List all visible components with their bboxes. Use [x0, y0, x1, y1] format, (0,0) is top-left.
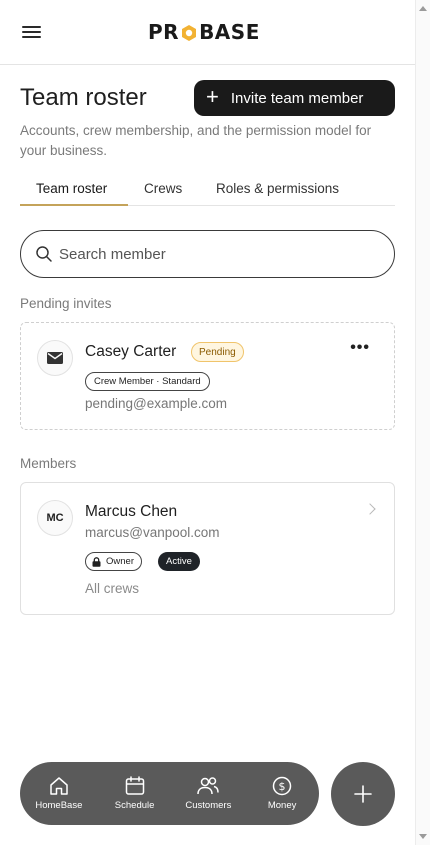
hamburger-menu-icon[interactable]	[22, 24, 42, 40]
dollar-icon: $	[272, 776, 292, 796]
scroll-up-arrow-icon[interactable]	[419, 6, 427, 11]
top-bar: PR BASE	[0, 0, 415, 65]
invitee-name: Casey Carter	[85, 343, 177, 360]
logo-text-right: BASE	[199, 20, 260, 44]
invite-team-member-button[interactable]: + Invite team member	[194, 80, 395, 116]
app: PR BASE Team roster + Invite team member…	[0, 0, 415, 845]
page-title: Team roster	[20, 84, 147, 111]
svg-text:$: $	[279, 780, 286, 793]
plus-icon: +	[206, 84, 219, 109]
search-icon	[36, 246, 52, 262]
scrollbar[interactable]	[415, 0, 430, 845]
nav-label: Schedule	[114, 800, 155, 811]
calendar-icon	[125, 776, 144, 795]
logo-hexagon-icon	[180, 23, 198, 41]
home-icon	[50, 777, 68, 795]
scroll-down-arrow-icon[interactable]	[419, 834, 427, 839]
tab-bar: Team roster Crews Roles & permissions	[20, 178, 395, 206]
invitee-email: pending@example.com	[85, 396, 228, 411]
avatar: MC	[37, 500, 73, 536]
tab-roles-permissions[interactable]: Roles & permissions	[216, 178, 339, 206]
search-bar	[20, 230, 395, 278]
tab-team-roster[interactable]: Team roster	[20, 178, 128, 206]
status-badge: Pending	[191, 342, 244, 362]
search-input[interactable]	[59, 245, 359, 263]
mail-icon	[37, 340, 73, 376]
pending-invites-label: Pending invites	[20, 296, 112, 311]
nav-item-money[interactable]: $ Money	[245, 762, 319, 825]
plus-icon	[354, 785, 372, 803]
chevron-right-icon[interactable]	[364, 503, 376, 515]
member-card[interactable]: MC Marcus Chen marcus@vanpool.com Owner …	[20, 482, 395, 615]
lock-icon	[92, 556, 101, 567]
member-email: marcus@vanpool.com	[85, 525, 220, 540]
nav-label: Money	[267, 800, 297, 811]
logo-text-left: PR	[148, 20, 180, 44]
more-options-icon[interactable]: •••	[350, 339, 370, 357]
member-name: Marcus Chen	[85, 503, 178, 520]
page-subtitle: Accounts, crew membership, and the permi…	[20, 123, 372, 158]
nav-label: HomeBase	[35, 800, 83, 811]
status-badge: Active	[158, 552, 200, 571]
nav-item-schedule[interactable]: Schedule	[98, 762, 172, 825]
probase-logo[interactable]: PR BASE	[148, 20, 260, 44]
nav-item-customers[interactable]: Customers	[171, 762, 245, 825]
tab-crews[interactable]: Crews	[144, 178, 182, 206]
role-label: Owner	[106, 556, 134, 567]
pending-invite-card: Casey Carter Pending ••• Crew Member · S…	[20, 322, 395, 430]
role-chip: Crew Member · Standard	[85, 372, 210, 391]
nav-item-homebase[interactable]: HomeBase	[20, 762, 98, 825]
member-crews: All crews	[85, 581, 140, 596]
bottom-nav: HomeBase Schedule Customers $ Money	[20, 762, 319, 825]
invite-button-label: Invite team member	[230, 89, 364, 107]
nav-label: Customers	[185, 800, 232, 811]
add-button[interactable]	[331, 762, 395, 826]
customers-icon	[197, 777, 220, 795]
members-label: Members	[20, 456, 77, 471]
role-chip: Owner	[85, 552, 142, 571]
